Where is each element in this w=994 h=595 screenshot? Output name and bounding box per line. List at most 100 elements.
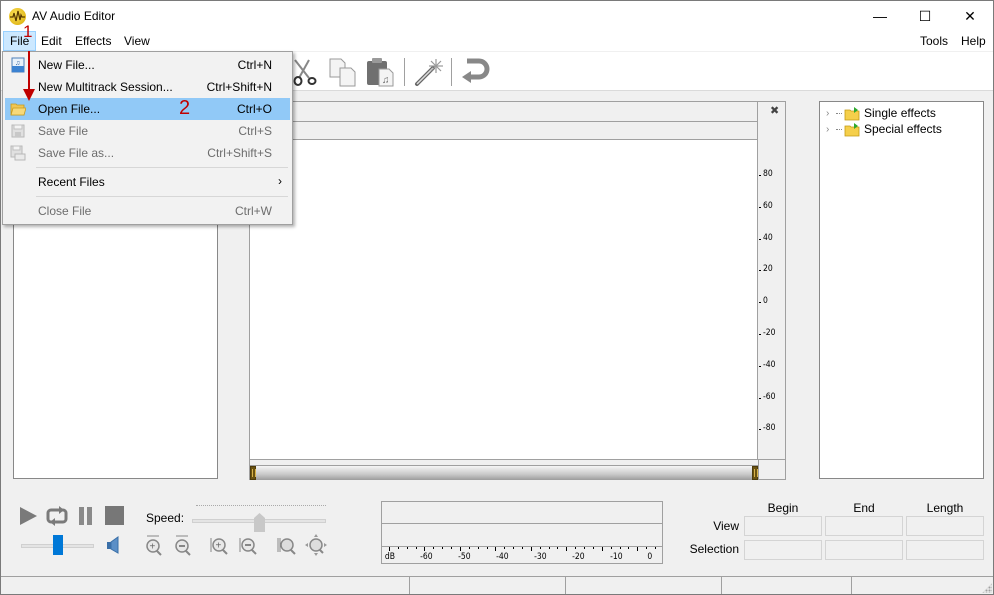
menu-item-shortcut: Ctrl+N xyxy=(237,58,272,72)
close-waveform-icon[interactable]: ✖ xyxy=(770,104,779,117)
status-cell xyxy=(565,577,721,594)
scale-label: -40 xyxy=(763,359,776,370)
meter-tick xyxy=(655,547,656,549)
folder-icon xyxy=(844,123,860,137)
annotation-step-1: 1 xyxy=(23,22,33,41)
tree-item-single-effects[interactable]: › Single effects xyxy=(826,105,936,121)
stop-icon[interactable] xyxy=(105,506,125,529)
zoom-fit-icon[interactable] xyxy=(275,534,297,559)
folder-open-icon xyxy=(10,101,27,117)
menu-tools[interactable]: Tools xyxy=(914,31,954,51)
play-icon[interactable] xyxy=(18,506,38,529)
transport-controls: Speed: + + xyxy=(1,489,371,574)
meter-tick xyxy=(406,547,408,549)
zoom-all-icon[interactable] xyxy=(304,533,328,560)
menu-item-new-multitrack[interactable]: New Multitrack Session... Ctrl+Shift+N xyxy=(5,76,290,98)
tree-connector xyxy=(836,128,842,130)
menu-item-save-file[interactable]: Save File Ctrl+S xyxy=(5,120,290,142)
pause-icon[interactable] xyxy=(78,506,94,529)
meter-tick xyxy=(548,547,550,549)
magic-wand-icon[interactable] xyxy=(413,56,445,88)
chevron-right-icon: › xyxy=(278,174,282,188)
meter-tick xyxy=(628,547,630,549)
cut-icon[interactable] xyxy=(289,56,321,88)
zoom-in-vertical-icon[interactable]: + xyxy=(144,534,164,559)
zoom-out-vertical-icon[interactable] xyxy=(173,534,193,559)
scale-tick xyxy=(759,429,761,431)
scale-label: 80 xyxy=(763,169,773,179)
menu-item-label: Save File as... xyxy=(38,146,115,160)
waveform-panel: ✖ 80 60 40 20 0 -20 -40 -60 -80 xyxy=(249,101,786,480)
tree-item-special-effects[interactable]: › Special effects xyxy=(826,121,942,137)
row-label-selection: Selection xyxy=(689,542,739,556)
menu-effects[interactable]: Effects xyxy=(69,31,117,51)
menu-item-open-file[interactable]: Open File... Ctrl+O xyxy=(5,98,290,120)
menu-item-save-file-as[interactable]: Save File as... Ctrl+Shift+S xyxy=(5,142,290,164)
meter-tick xyxy=(468,547,470,549)
waveform-divider xyxy=(250,459,786,460)
svg-text:+: + xyxy=(216,541,222,552)
scale-tick xyxy=(759,302,761,304)
menu-item-label: New Multitrack Session... xyxy=(38,80,173,94)
scale-label: 60 xyxy=(763,200,773,211)
menu-item-shortcut: Ctrl+O xyxy=(236,102,272,116)
loop-icon[interactable] xyxy=(46,506,68,529)
menu-item-shortcut: Ctrl+S xyxy=(238,124,272,138)
speaker-icon[interactable] xyxy=(105,536,121,557)
view-length-field[interactable] xyxy=(906,516,984,536)
meter-tick xyxy=(451,547,453,549)
menu-separator xyxy=(36,196,288,197)
menu-item-new-file[interactable]: ♫ New File... Ctrl+N xyxy=(5,54,290,76)
menu-view[interactable]: View xyxy=(118,31,156,51)
meter-tick xyxy=(415,547,417,549)
save-as-icon xyxy=(10,145,26,161)
minimize-button[interactable]: — xyxy=(857,1,903,31)
speed-slider-thumb[interactable] xyxy=(253,513,265,532)
meter-tick xyxy=(566,547,568,551)
volume-slider-thumb[interactable] xyxy=(52,535,63,555)
meter-label: 0 xyxy=(647,552,653,562)
speed-ticks xyxy=(196,505,326,509)
status-bar xyxy=(1,576,993,594)
tree-label: Single effects xyxy=(864,106,936,120)
status-cell xyxy=(851,577,993,594)
meter-tick xyxy=(495,547,497,551)
meter-tick xyxy=(442,547,444,549)
copy-icon[interactable] xyxy=(327,56,359,88)
status-cell xyxy=(721,577,851,594)
chevron-right-icon[interactable]: › xyxy=(826,124,836,135)
maximize-button[interactable]: ☐ xyxy=(902,1,948,31)
paste-icon[interactable]: ♫ xyxy=(365,56,397,88)
zoom-in-horizontal-icon[interactable]: + xyxy=(208,534,230,559)
meter-tick xyxy=(486,547,488,549)
tree-label: Special effects xyxy=(864,122,942,136)
chevron-right-icon[interactable]: › xyxy=(826,108,836,119)
selection-end-field[interactable] xyxy=(825,540,903,560)
view-end-field[interactable] xyxy=(825,516,903,536)
meter-tick xyxy=(477,547,479,549)
waveform-canvas[interactable] xyxy=(250,140,758,459)
waveform-timeline[interactable] xyxy=(250,122,758,140)
waveform-scrollbar[interactable] xyxy=(250,465,758,480)
selection-length-field[interactable] xyxy=(906,540,984,560)
menu-help[interactable]: Help xyxy=(955,31,992,51)
status-cell xyxy=(409,577,565,594)
view-begin-field[interactable] xyxy=(744,516,822,536)
column-length: Length xyxy=(926,501,964,515)
close-button[interactable]: ✕ xyxy=(947,1,993,31)
meter-tick xyxy=(592,547,594,549)
scale-label: 0 xyxy=(763,296,768,307)
scroll-handle-left[interactable] xyxy=(250,466,256,480)
selection-begin-field[interactable] xyxy=(744,540,822,560)
undo-icon[interactable] xyxy=(459,56,491,88)
annotation-arrow-icon xyxy=(23,51,35,101)
menu-item-recent-files[interactable]: Recent Files › xyxy=(5,171,290,193)
file-menu-dropdown: ♫ New File... Ctrl+N New Multitrack Sess… xyxy=(2,51,293,225)
menu-item-close-file[interactable]: Close File Ctrl+W xyxy=(5,200,290,222)
app-window: AV Audio Editor — ☐ ✕ File Edit Effects … xyxy=(0,0,994,595)
menu-item-label: Close File xyxy=(38,204,92,218)
zoom-out-horizontal-icon[interactable] xyxy=(237,534,259,559)
meter-tick xyxy=(397,547,399,549)
menu-edit[interactable]: Edit xyxy=(35,31,68,51)
menu-item-shortcut: Ctrl+W xyxy=(235,204,272,218)
